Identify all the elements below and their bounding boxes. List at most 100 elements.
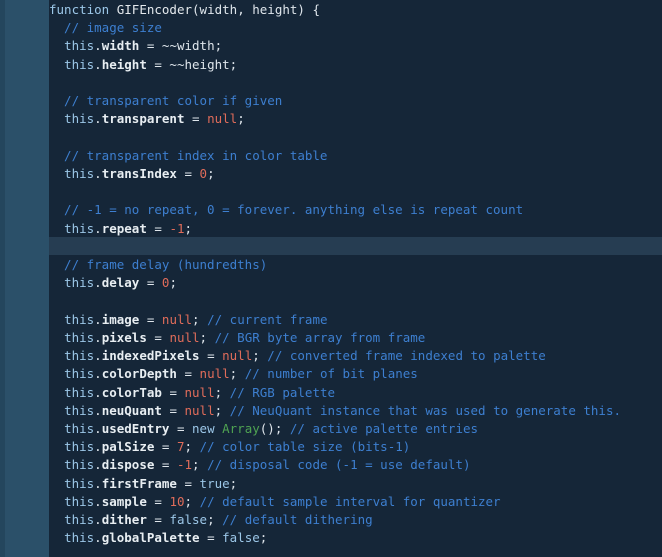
token-lit: -1: [169, 220, 185, 236]
token-prop: sample: [101, 493, 147, 509]
code-line-text: this.usedEntry = new Array(); // active …: [49, 420, 478, 438]
code-line-text: this.firstFrame = true;: [49, 475, 237, 493]
code-line[interactable]: 67 this.repeat = -1;: [0, 218, 662, 237]
token-prop: indexedPixels: [101, 348, 200, 364]
token-kw: this: [64, 311, 95, 327]
code-line[interactable]: 58 this.height = ~~height;: [0, 54, 662, 73]
token-lit: 10: [169, 493, 185, 509]
token-punct: ) {: [297, 2, 320, 17]
token-punct: .: [94, 111, 102, 127]
token-prop: image: [101, 311, 140, 327]
token-kw: new: [192, 421, 215, 437]
code-line-text: this.width = ~~width;: [49, 37, 222, 55]
code-line[interactable]: 85: [0, 546, 662, 557]
token-prop: transparent: [101, 111, 185, 127]
code-line-text: this.colorDepth = null; // number of bit…: [49, 365, 418, 383]
token-com: // default dithering: [222, 512, 373, 528]
token-punct: ;: [207, 512, 223, 528]
token-com: // NeuQuant instance that was used to ge…: [229, 402, 622, 418]
code-line[interactable]: 71: [0, 291, 662, 310]
token-punct: .: [94, 275, 102, 291]
token-plain: =: [154, 439, 177, 455]
code-line[interactable]: 68: [0, 236, 662, 256]
token-punct: ;: [207, 165, 215, 181]
token-punct: ;: [229, 366, 245, 382]
code-line[interactable]: 65: [0, 182, 662, 201]
code-editor[interactable]: 55function GIFEncoder(width, height) {56…: [0, 0, 662, 557]
token-prop: delay: [101, 275, 140, 291]
token-punct: .: [94, 512, 102, 528]
code-line[interactable]: 77 this.neuQuant = null; // NeuQuant ins…: [0, 400, 662, 420]
token-plain: =: [154, 457, 177, 473]
token-plain: =: [146, 493, 170, 509]
code-line[interactable]: 81 this.firstFrame = true;: [0, 473, 662, 493]
code-line[interactable]: 56 // image size: [0, 18, 662, 37]
code-line[interactable]: 60 // transparent color if given: [0, 91, 662, 110]
token-com: // disposal code (-1 = use default): [207, 457, 471, 473]
token-punct: ;: [229, 475, 238, 491]
gutter-marker-stripe: [0, 0, 5, 557]
code-line-text: this.dispose = -1; // disposal code (-1 …: [49, 456, 471, 474]
token-prop: pixels: [101, 329, 147, 345]
token-cls: Array: [222, 421, 260, 437]
token-prop: firstFrame: [101, 475, 177, 491]
code-line[interactable]: 69 // frame delay (hundredths): [0, 255, 662, 274]
code-line[interactable]: 80 this.dispose = -1; // disposal code (…: [0, 455, 662, 474]
code-line[interactable]: 66 // -1 = no repeat, 0 = forever. anyth…: [0, 200, 662, 219]
code-line[interactable]: 74 this.indexedPixels = null; // convert…: [0, 346, 662, 365]
code-line[interactable]: 82 this.sample = 10; // default sample i…: [0, 491, 662, 511]
code-line[interactable]: 76 this.colorTab = null; // RGB palette: [0, 382, 662, 401]
token-com: // -1 = no repeat, 0 = forever. anything…: [49, 202, 524, 218]
token-com: // transparent index in color table: [49, 147, 328, 163]
code-line-text: this.image = null; // current frame: [49, 311, 327, 329]
code-line[interactable]: 83 this.dither = false; // default dithe…: [0, 510, 662, 529]
code-line[interactable]: 79 this.palSize = 7; // color table size…: [0, 437, 662, 456]
line-number-gutter[interactable]: [0, 0, 49, 557]
code-line[interactable]: 63 // transparent index in color table: [0, 145, 662, 164]
code-line[interactable]: 59: [0, 72, 662, 92]
code-line[interactable]: 64 this.transIndex = 0;: [0, 163, 662, 183]
code-line-text: this.indexedPixels = null; // converted …: [49, 347, 546, 365]
token-plain: =: [176, 475, 200, 491]
code-line[interactable]: 78 this.usedEntry = new Array(); // acti…: [0, 419, 662, 438]
code-line[interactable]: 75 this.colorDepth = null; // number of …: [0, 364, 662, 383]
token-punct: ;: [184, 493, 200, 509]
code-line[interactable]: 70 this.delay = 0;: [0, 273, 662, 292]
token-prop: dither: [101, 512, 147, 528]
token-prop: usedEntry: [101, 421, 170, 437]
token-plain: =: [161, 384, 185, 400]
token-prop: height: [101, 56, 147, 72]
code-line[interactable]: 73 this.pixels = null; // BGR byte array…: [0, 327, 662, 347]
token-punct: ;: [169, 275, 177, 291]
token-punct: ;: [184, 439, 200, 455]
code-line[interactable]: 62: [0, 127, 662, 146]
code-line-text: // transparent color if given: [49, 92, 282, 110]
code-line[interactable]: 57 this.width = ~~width;: [0, 36, 662, 55]
token-kw: this: [64, 366, 95, 382]
token-kw: function: [49, 2, 110, 17]
token-com: // transparent color if given: [49, 93, 283, 109]
token-punct: ;: [214, 402, 230, 418]
token-punct: ,: [237, 2, 253, 17]
code-line[interactable]: 84 this.globalPalette = false;: [0, 528, 662, 547]
token-kw: this: [64, 493, 95, 509]
token-lit: null: [161, 311, 193, 327]
token-punct: .: [94, 384, 102, 400]
token-punct: .: [94, 220, 102, 236]
code-line-text: this.globalPalette = false;: [49, 529, 267, 547]
token-com: // BGR byte array from frame: [214, 329, 426, 345]
code-line-text: this.transparent = null;: [49, 110, 245, 128]
token-kw: this: [64, 220, 95, 236]
token-prop: colorDepth: [101, 366, 177, 382]
code-line[interactable]: 61 this.transparent = null;: [0, 109, 662, 128]
code-line[interactable]: 55function GIFEncoder(width, height) {: [0, 0, 662, 19]
code-line[interactable]: 72 this.image = null; // current frame: [0, 309, 662, 329]
